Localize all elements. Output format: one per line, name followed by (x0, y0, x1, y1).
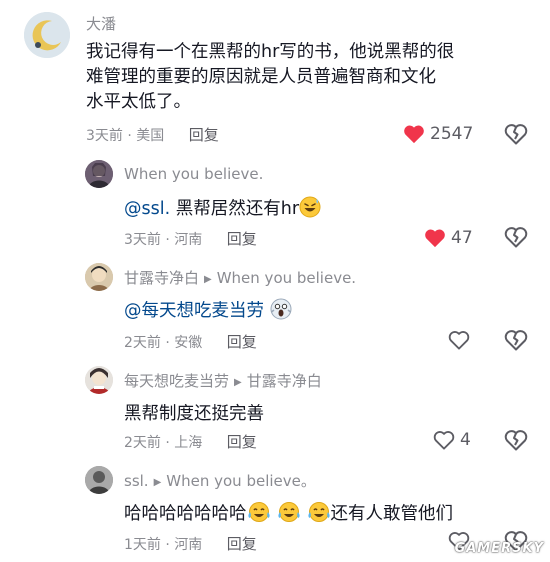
comment-text: @每天想吃麦当劳 (124, 297, 292, 322)
dislike-button[interactable] (504, 329, 528, 355)
comment-author-line: 甘露寺净白 ▶ When you believe. (124, 267, 356, 288)
triangle-right-icon: ▶ (153, 477, 162, 488)
avatar[interactable] (85, 263, 113, 291)
comment-time: 2天前 (124, 435, 161, 451)
comment-location: 河南 (174, 232, 203, 248)
heart-outline-icon (448, 331, 470, 350)
like-button[interactable]: 2547 (403, 124, 473, 144)
comment-author-line: 每天想吃麦当劳 ▶ 甘露寺净白 (124, 370, 322, 391)
like-count: 4 (460, 430, 471, 450)
heart-icon (404, 125, 424, 144)
dislike-button[interactable] (504, 226, 528, 252)
avatar[interactable] (85, 466, 113, 494)
profile-photo-icon (85, 160, 113, 188)
reply-button[interactable]: 回复 (189, 126, 219, 144)
comment-body: 还有人敢管他们 (330, 504, 454, 524)
reply-button[interactable]: 回复 (227, 433, 257, 451)
heart-outline-icon (433, 431, 455, 450)
moon-avatar-icon (24, 12, 70, 58)
comment-author[interactable]: ssl. (124, 472, 149, 490)
comment-meta: 2天前 · 上海 回复 (124, 431, 257, 452)
comment-text-line: 难管理的重要的原因就是人员普遍智商和文化 (86, 67, 436, 87)
comment-text: 哈哈哈哈哈哈哈 还有人敢管他们 (124, 500, 453, 525)
comment-text: @ssl. 黑帮居然还有hr (124, 195, 321, 220)
avatar[interactable] (85, 160, 113, 188)
comment-text: 黑帮制度还挺完善 (124, 404, 264, 424)
comment-location: 上海 (174, 435, 203, 451)
meta-separator: · (160, 335, 175, 351)
comment-time: 3天前 (86, 128, 123, 144)
avatar[interactable] (85, 366, 113, 394)
comment-time: 1天前 (124, 537, 161, 553)
comment-time: 2天前 (124, 335, 161, 351)
reply-to-author[interactable]: 甘露寺净白 (247, 372, 322, 390)
comment-body: 黑帮居然还有hr (175, 199, 300, 219)
broken-heart-icon (504, 330, 528, 351)
mention-link[interactable]: @ssl. (124, 199, 170, 219)
like-button[interactable]: 4 (433, 430, 471, 450)
comment-time: 3天前 (124, 232, 161, 248)
meta-separator: · (160, 232, 175, 248)
broken-heart-icon (504, 124, 528, 145)
comment-text-line: 我记得有一个在黑帮的hr写的书，他说黑帮的很 (86, 42, 455, 62)
grinning-sweat-emoji-icon (299, 196, 321, 218)
meta-separator: · (122, 128, 137, 144)
dislike-button[interactable] (504, 429, 528, 455)
comment-text-line: 水平太低了。 (86, 92, 191, 112)
profile-photo-icon (85, 366, 113, 394)
comment-meta: 1天前 · 河南 回复 (124, 533, 257, 554)
tears-of-joy-emoji-icon (277, 502, 300, 522)
triangle-right-icon: ▶ (234, 377, 242, 388)
tears-of-joy-emoji-icon (307, 502, 330, 522)
comment-meta: 3天前 · 美国 回复 (86, 124, 219, 145)
broken-heart-icon (504, 430, 528, 451)
comment-author[interactable]: When you believe. (124, 165, 263, 183)
mention-link[interactable]: @每天想吃麦当劳 (124, 301, 264, 321)
meta-separator: · (160, 537, 175, 553)
watermark: GAMERSKY (454, 541, 544, 556)
reply-to-author[interactable]: When you believe。 (166, 472, 316, 490)
comment-author-line: ssl. ▶ When you believe。 (124, 470, 316, 491)
reply-button[interactable]: 回复 (227, 230, 257, 248)
dislike-button[interactable] (504, 123, 528, 149)
comment-body: 哈哈哈哈哈哈哈 (124, 504, 247, 524)
comment-location: 河南 (174, 537, 203, 553)
screaming-emoji-icon (270, 298, 292, 320)
comment-author[interactable]: 每天想吃麦当劳 (124, 372, 229, 390)
reply-to-author[interactable]: When you believe. (217, 269, 356, 287)
triangle-right-icon: ▶ (204, 274, 212, 285)
comment-location: 安徽 (174, 335, 203, 351)
comment-meta: 3天前 · 河南 回复 (124, 228, 257, 249)
comment-author[interactable]: 大潘 (86, 13, 116, 34)
reply-button[interactable]: 回复 (227, 535, 257, 553)
like-count: 47 (451, 228, 473, 248)
like-count: 2547 (430, 124, 474, 144)
heart-icon (425, 229, 445, 248)
like-button[interactable] (448, 330, 470, 350)
comment-author[interactable]: 甘露寺净白 (124, 269, 199, 287)
profile-photo-icon (85, 263, 113, 291)
comment-text: 我记得有一个在黑帮的hr写的书，他说黑帮的很 难管理的重要的原因就是人员普遍智商… (86, 40, 454, 115)
avatar[interactable] (24, 12, 70, 58)
meta-separator: · (160, 435, 175, 451)
comment-location: 美国 (136, 128, 165, 144)
reply-button[interactable]: 回复 (227, 333, 257, 351)
profile-photo-icon (85, 466, 113, 494)
like-button[interactable]: 47 (424, 228, 473, 248)
tears-of-joy-emoji-icon (247, 502, 270, 522)
comment-meta: 2天前 · 安徽 回复 (124, 331, 257, 352)
broken-heart-icon (504, 227, 528, 248)
